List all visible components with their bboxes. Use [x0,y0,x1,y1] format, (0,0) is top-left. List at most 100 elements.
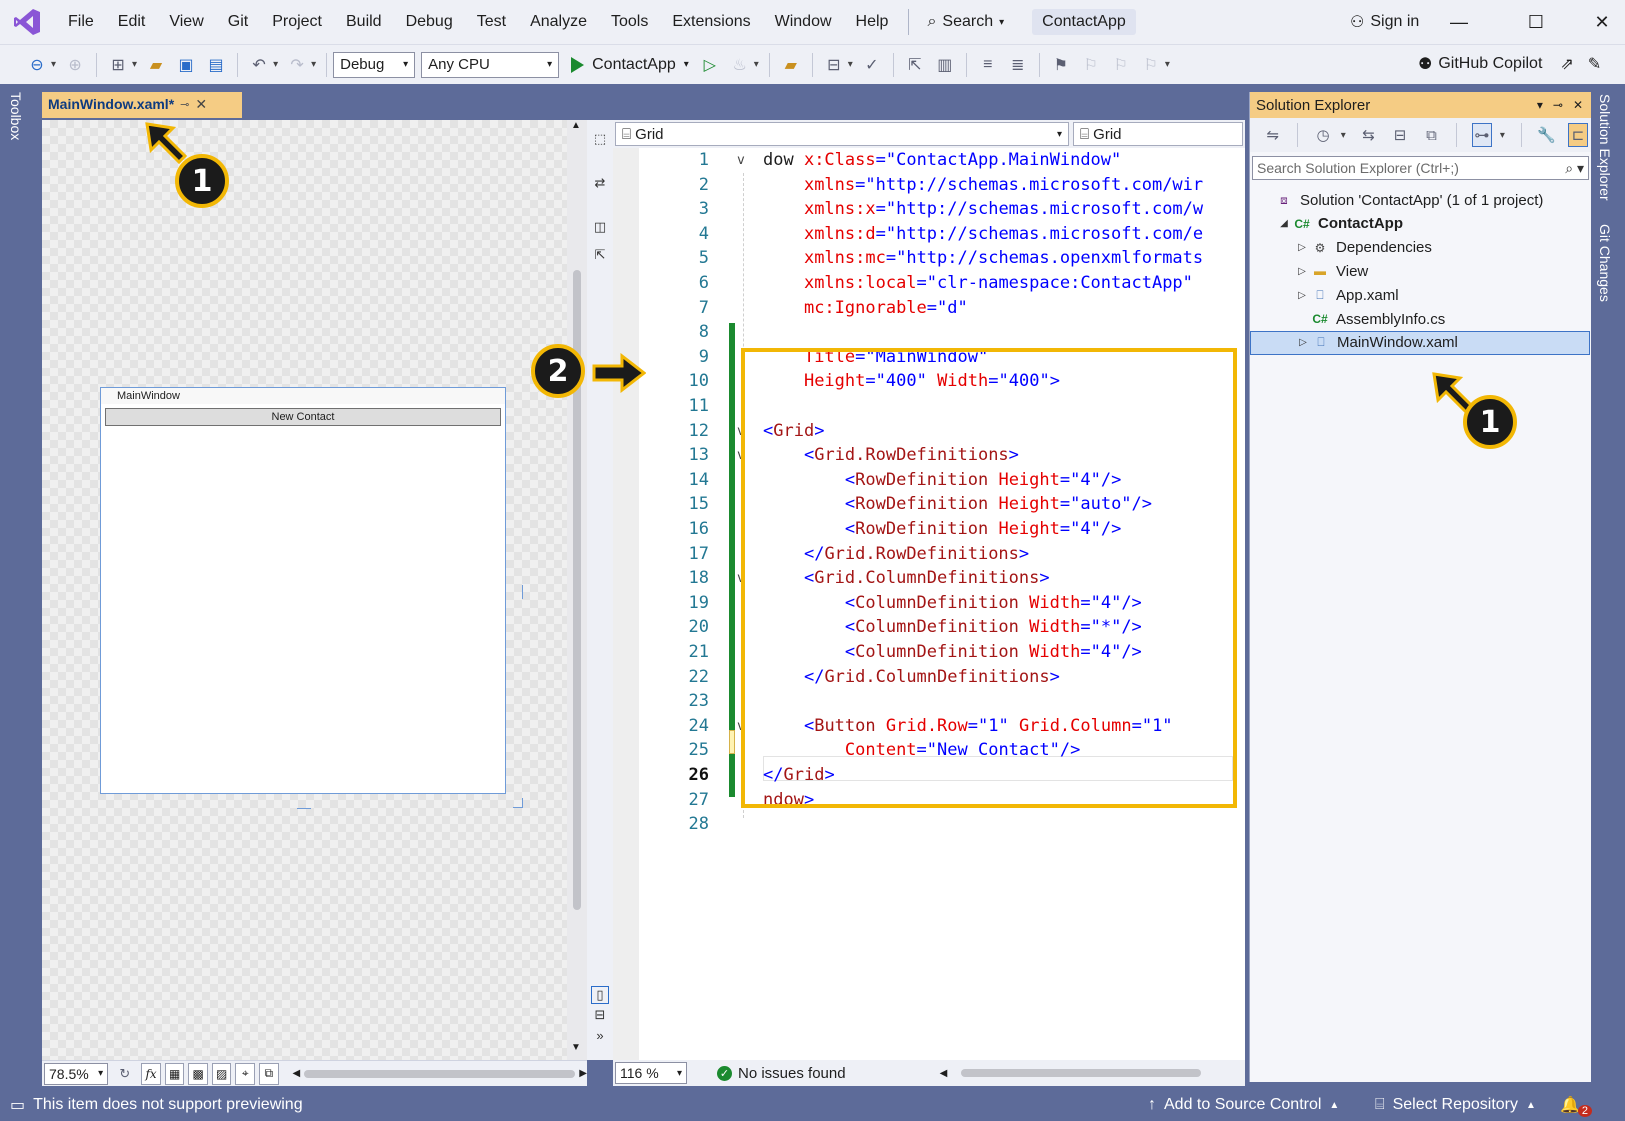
pin-icon[interactable]: ⊸ [1553,98,1563,112]
close-panel-icon[interactable]: ✕ [1573,98,1583,112]
issues-indicator[interactable]: ✓ No issues found [717,1065,846,1082]
select-object-icon[interactable]: ⬚ [591,130,609,148]
menu-item-view[interactable]: View [157,0,215,44]
preview-selected-icon[interactable]: ⊏ [1568,123,1588,147]
tree-item-view[interactable]: ▷ ▬ View [1250,259,1590,283]
scroll-right-icon[interactable]: ▶ [579,1068,587,1079]
next-bookmark-icon[interactable]: ⚐ [1109,53,1133,77]
code-line[interactable]: 7 mc:Ignorable="d" [613,296,1245,321]
solution-folder-icon[interactable]: ▰ [779,53,803,77]
menu-item-analyze[interactable]: Analyze [518,0,599,44]
resize-handle-corner[interactable] [513,798,523,808]
menu-item-debug[interactable]: Debug [394,0,465,44]
vertical-split-icon[interactable]: ▯ [591,986,609,1004]
menu-item-project[interactable]: Project [260,0,334,44]
tree-item-app-xaml[interactable]: ▷ ⎕ App.xaml [1250,283,1590,307]
start-debugging-button[interactable]: ContactApp ▾ [571,56,689,74]
swap-panes-icon[interactable]: ⇄ [591,174,609,192]
solution-explorer-side-tab[interactable]: Solution Explorer [1597,94,1613,201]
horizontal-split-icon[interactable]: ⊟ [591,1006,609,1024]
menu-item-test[interactable]: Test [465,0,518,44]
menu-item-tools[interactable]: Tools [599,0,660,44]
github-copilot-button[interactable]: ⚉ GitHub Copilot ⇗ ✎ [1418,44,1601,84]
artboard-background-icon[interactable]: ▨ [211,1062,232,1085]
designer-vertical-scrollbar[interactable]: ▲ ▼ [567,120,587,1060]
add-to-source-control-button[interactable]: ↑ Add to Source Control ▲ [1148,1089,1339,1121]
redo-icon[interactable]: ↷ [285,53,309,77]
switch-views-icon[interactable]: ⇋ [1263,123,1282,147]
resize-handle-right[interactable] [522,585,523,599]
sign-in-button[interactable]: ⚇ Sign in [1350,0,1419,44]
menu-item-file[interactable]: File [56,0,106,44]
code-line[interactable]: 3 xmlns:x="http://schemas.microsoft.com/… [613,197,1245,222]
collapse-all-icon[interactable]: ⊟ [1390,123,1409,147]
layout-icon[interactable]: ⊟ [822,53,846,77]
pending-changes-icon[interactable]: ◷ [1313,123,1332,147]
refresh-icon[interactable]: ↻ [115,1062,134,1086]
scroll-left-icon[interactable]: ◀ [940,1068,948,1079]
previous-bookmark-icon[interactable]: ⚐ [1079,53,1103,77]
select-repository-button[interactable]: ⌸ Select Repository ▲ [1375,1089,1536,1121]
start-without-debugging-icon[interactable]: ▷ [698,53,722,77]
code-line[interactable]: 5 xmlns:mc="http://schemas.openxmlformat… [613,246,1245,271]
code-line[interactable]: 6 xmlns:local="clr-namespace:ContactApp" [613,271,1245,296]
code-line[interactable]: 28 [613,812,1245,837]
snap-grid-icon[interactable]: ▩ [188,1062,208,1085]
element-nav-right[interactable]: ⌸ Grid [1073,122,1243,146]
preview-new-contact-button[interactable]: New Contact [105,408,501,426]
code-line[interactable]: 1 v dow x:Class="ContactApp.MainWindow" [613,148,1245,173]
bookmark-icon[interactable]: ⚑ [1049,53,1073,77]
close-tab-icon[interactable]: ✕ [195,96,207,113]
tree-item-dependencies[interactable]: ▷ ⚙ Dependencies [1250,236,1590,260]
tree-item-solution-contactapp-1-of-1-project[interactable]: ⧈ Solution 'ContactApp' (1 of 1 project) [1250,188,1590,212]
expander-icon[interactable]: ▷ [1294,242,1310,253]
layout-adorners-icon[interactable]: ▥ [933,53,957,77]
visual-studio-logo-icon[interactable] [12,7,42,37]
filter-icon[interactable]: ⊶ [1472,123,1492,147]
uncomment-icon[interactable]: ≣ [1006,53,1030,77]
scroll-down-icon[interactable]: ▼ [571,1042,581,1053]
tree-item-contactapp[interactable]: ◢ C# ContactApp [1250,212,1590,236]
code-line[interactable]: 2 xmlns="http://schemas.microsoft.com/wi… [613,173,1245,198]
project-code-icon[interactable]: ⧉ [258,1062,279,1085]
clear-bookmarks-icon[interactable]: ⚐ [1139,53,1163,77]
git-changes-side-tab[interactable]: Git Changes [1597,224,1613,302]
hot-reload-icon[interactable]: ♨ [728,53,752,77]
sync-icon[interactable]: ⇆ [1359,123,1378,147]
minimize-button[interactable]: — [1436,0,1482,44]
expand-pane-icon[interactable]: » [591,1026,609,1044]
spell-check-icon[interactable]: ✓ [860,53,884,77]
pin-icon[interactable]: ⊸ [180,98,189,111]
design-view-icon[interactable]: ◫ [591,218,609,236]
solution-explorer-search[interactable]: Search Solution Explorer (Ctrl+;) ⌕ ▾ [1252,156,1589,180]
forward-icon[interactable]: ⊕ [63,53,87,77]
expander-icon[interactable]: ◢ [1276,218,1292,229]
editor-zoom-select[interactable]: 116 % ▾ [615,1062,687,1084]
menu-item-window[interactable]: Window [763,0,844,44]
notifications-button[interactable]: 🔔 2 [1560,1089,1593,1121]
grid-toggle-icon[interactable]: ▦ [164,1062,185,1085]
snap-lines-icon[interactable]: ⌖ [235,1062,255,1085]
window-position-icon[interactable]: ▾ [1537,98,1543,112]
share-icon[interactable]: ⇗ [1560,54,1573,74]
window-preview[interactable]: MainWindow New Contact [100,387,506,794]
designer-zoom-select[interactable]: 78.5% ▾ [44,1062,109,1085]
save-icon[interactable]: ▣ [174,53,198,77]
tree-item-mainwindow-xaml[interactable]: ▷ ⎕ MainWindow.xaml [1250,330,1590,355]
tree-item-assemblyinfo-cs[interactable]: C# AssemblyInfo.cs [1250,307,1590,331]
code-line[interactable]: 4 xmlns:d="http://schemas.microsoft.com/… [613,222,1245,247]
select-element-icon[interactable]: ⇱ [903,53,927,77]
pop-out-icon[interactable]: ⇱ [591,246,609,264]
undo-icon[interactable]: ↶ [247,53,271,77]
close-window-button[interactable]: ✕ [1579,0,1625,44]
effects-toggle[interactable]: fx [141,1062,161,1085]
show-all-files-icon[interactable]: ⧉ [1422,123,1441,147]
menu-item-extensions[interactable]: Extensions [660,0,762,44]
toolbox-tab[interactable]: Toolbox [8,92,24,140]
maximize-button[interactable]: ☐ [1513,0,1559,44]
save-all-icon[interactable]: ▤ [204,53,228,77]
solution-configuration-select[interactable]: Debug ▾ [333,51,416,78]
scroll-left-icon[interactable]: ◀ [293,1068,301,1079]
designer-horizontal-scrollbar[interactable] [304,1069,576,1078]
menu-item-git[interactable]: Git [216,0,260,44]
